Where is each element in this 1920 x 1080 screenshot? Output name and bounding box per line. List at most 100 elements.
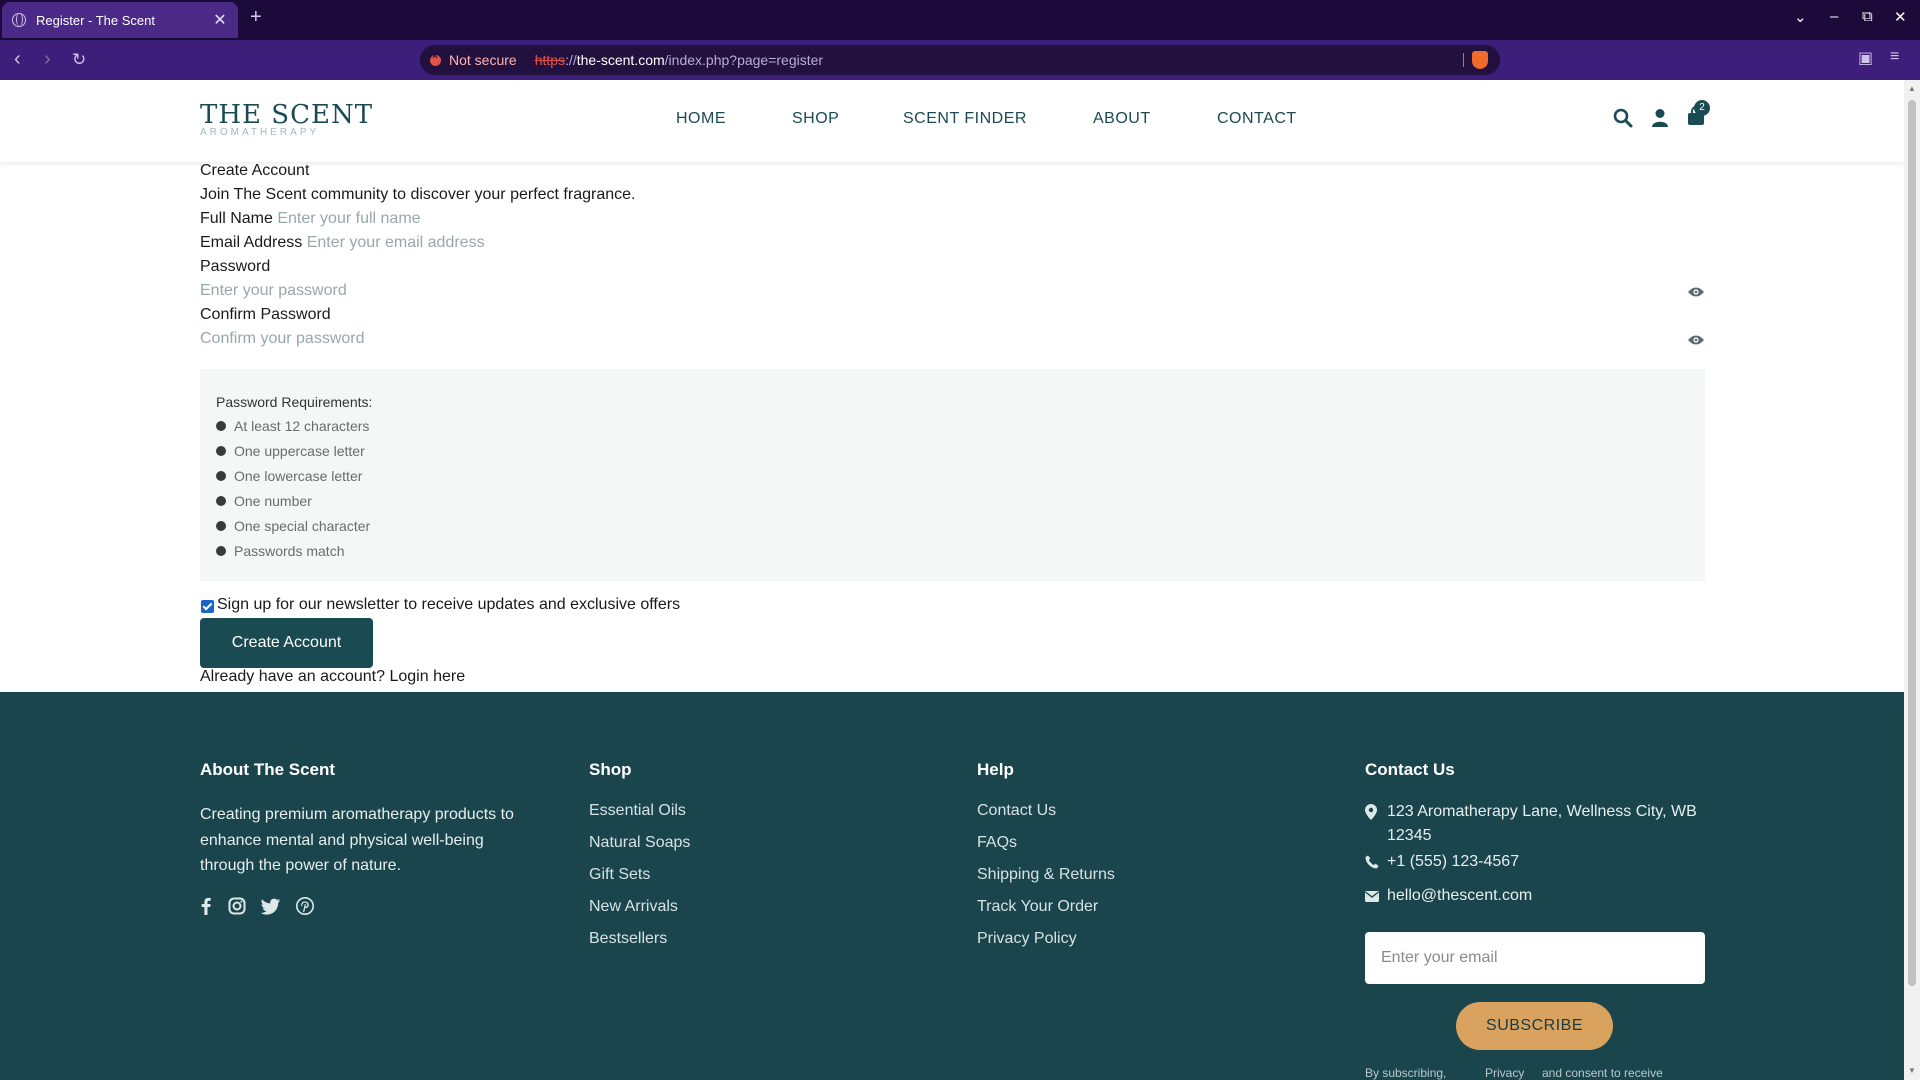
footer-link-shipping-returns[interactable]: Shipping & Returns [977, 866, 1115, 884]
url-separator: :// [565, 52, 577, 68]
browser-tab-strip: Register - The Scent ✕ + ⌄ – ⧉ ✕ [0, 0, 1920, 40]
forward-icon[interactable]: › [44, 48, 51, 71]
nav-shop[interactable]: SHOP [792, 110, 839, 128]
security-label[interactable]: Not secure [449, 52, 517, 68]
full-name-label: Full Name [200, 210, 273, 227]
footer-link-bestsellers[interactable]: Bestsellers [589, 930, 667, 948]
login-link[interactable]: Login here [389, 668, 465, 685]
subscribe-button[interactable]: SUBSCRIBE [1456, 1002, 1613, 1050]
email-input[interactable]: Enter your email address [307, 234, 485, 251]
footer-contact-title: Contact Us [1365, 760, 1455, 779]
pinterest-icon[interactable] [296, 897, 314, 920]
contact-email[interactable]: hello@thescent.com [1387, 884, 1532, 910]
site-logo[interactable]: THE SCENT AROMATHERAPY [200, 102, 373, 138]
fine-print-1: By subscribing, [1365, 1066, 1447, 1080]
minimize-icon[interactable]: – [1830, 8, 1838, 25]
requirement-item: One number [216, 493, 312, 509]
show-confirm-password-eye-icon[interactable] [1687, 334, 1705, 346]
requirement-item: One uppercase letter [216, 443, 365, 459]
map-marker-icon [1365, 800, 1379, 848]
phone-icon [1365, 850, 1379, 877]
url-path: /index.php?page=register [664, 52, 824, 68]
tab-list-chevron-icon[interactable]: ⌄ [1794, 8, 1807, 26]
footer-link-new-arrivals[interactable]: New Arrivals [589, 898, 678, 916]
scroll-down-arrow-icon[interactable]: ▼ [1908, 1066, 1916, 1075]
scrollbar-thumb[interactable] [1908, 100, 1916, 986]
wallet-icon[interactable]: ▣ [1858, 48, 1873, 68]
site-footer: About The Scent Creating premium aromath… [0, 692, 1904, 1080]
requirement-text: Passwords match [234, 543, 345, 559]
nav-home[interactable]: HOME [676, 110, 726, 128]
form-subtitle: Join The Scent community to discover you… [200, 186, 636, 203]
show-password-eye-icon[interactable] [1687, 286, 1705, 298]
site-header: THE SCENT AROMATHERAPY HOME SHOP SCENT F… [0, 80, 1904, 162]
email-label: Email Address [200, 234, 303, 251]
contact-email-row: hello@thescent.com [1365, 884, 1532, 910]
tab-title: Register - The Scent [36, 12, 155, 28]
requirement-item: At least 12 characters [216, 418, 369, 434]
password-label: Password [200, 258, 271, 275]
new-tab-icon[interactable]: + [250, 6, 262, 29]
facebook-icon[interactable] [200, 897, 212, 920]
requirement-status-dot-icon [216, 446, 226, 456]
envelope-icon [1365, 884, 1379, 910]
logo-wordmark: THE SCENT [200, 100, 374, 130]
address-bar[interactable]: Not secure https://the-scent.com/index.p… [420, 45, 1500, 75]
url-host: the-scent.com [576, 52, 665, 68]
tab-close-icon[interactable]: ✕ [212, 10, 228, 30]
newsletter-label[interactable]: Sign up for our newsletter to receive up… [217, 596, 680, 614]
reload-icon[interactable]: ↻ [72, 50, 86, 70]
footer-link-natural-soaps[interactable]: Natural Soaps [589, 834, 690, 852]
nav-scent-finder[interactable]: SCENT FINDER [903, 110, 1027, 128]
contact-address-row: 123 Aromatherapy Lane, Wellness City, WB… [1365, 800, 1705, 848]
brave-shields-icon[interactable] [1472, 51, 1488, 69]
newsletter-checkbox[interactable] [201, 600, 214, 613]
full-name-input[interactable]: Enter your full name [277, 210, 420, 227]
footer-about-text: Creating premium aromatherapy products t… [200, 806, 514, 874]
full-name-row: Full Name Enter your full name [200, 210, 421, 228]
browser-menu-icon[interactable]: ≡ [1890, 48, 1899, 66]
browser-tab[interactable]: Register - The Scent ✕ [2, 2, 238, 38]
requirement-status-dot-icon [216, 546, 226, 556]
page-scrollbar[interactable]: ▲ ▼ [1904, 80, 1920, 1080]
twitter-icon[interactable] [260, 897, 281, 920]
url-scheme: https [534, 52, 566, 68]
footer-link-privacy-policy[interactable]: Privacy Policy [977, 930, 1077, 948]
scroll-up-arrow-icon[interactable]: ▲ [1908, 84, 1916, 93]
confirm-password-input[interactable]: Confirm your password [200, 330, 1620, 348]
requirement-status-dot-icon [216, 521, 226, 531]
search-icon[interactable] [1613, 108, 1633, 133]
fine-print-privacy-link[interactable]: Privacy [1485, 1066, 1524, 1080]
not-secure-icon [430, 51, 441, 66]
requirements-title: Password Requirements: [216, 394, 373, 410]
email-row: Email Address Enter your email address [200, 234, 485, 252]
create-account-button[interactable]: Create Account [200, 618, 373, 668]
nav-about[interactable]: ABOUT [1093, 110, 1151, 128]
window-close-icon[interactable]: ✕ [1894, 8, 1907, 26]
contact-address: 123 Aromatherapy Lane, Wellness City, WB… [1387, 803, 1697, 844]
form-title: Create Account [200, 162, 310, 179]
fine-print-2: and consent to receive [1542, 1066, 1663, 1080]
footer-link-track-order[interactable]: Track Your Order [977, 898, 1098, 916]
newsletter-email-input[interactable]: Enter your email [1365, 932, 1705, 984]
browser-toolbar: ‹ › ↻ Not secure https://the-scent.com/i… [0, 40, 1920, 80]
footer-link-gift-sets[interactable]: Gift Sets [589, 866, 650, 884]
nav-contact[interactable]: CONTACT [1217, 110, 1297, 128]
password-input[interactable]: Enter your password [200, 282, 1620, 300]
globe-icon [12, 13, 26, 27]
instagram-icon[interactable] [228, 897, 246, 920]
cart-count-badge: 2 [1694, 100, 1710, 116]
footer-link-essential-oils[interactable]: Essential Oils [589, 802, 686, 820]
contact-phone[interactable]: +1 (555) 123-4567 [1387, 850, 1519, 877]
login-prompt-row: Already have an account? Login here [200, 668, 465, 686]
requirement-status-dot-icon [216, 496, 226, 506]
footer-link-contact-us[interactable]: Contact Us [977, 802, 1056, 820]
requirement-text: One uppercase letter [234, 443, 365, 459]
footer-link-faqs[interactable]: FAQs [977, 834, 1017, 852]
back-icon[interactable]: ‹ [14, 48, 21, 71]
footer-shop-title: Shop [589, 760, 632, 779]
maximize-icon[interactable]: ⧉ [1862, 8, 1873, 25]
account-icon[interactable] [1651, 108, 1669, 133]
requirement-text: At least 12 characters [234, 418, 370, 434]
footer-help-title: Help [977, 760, 1014, 779]
